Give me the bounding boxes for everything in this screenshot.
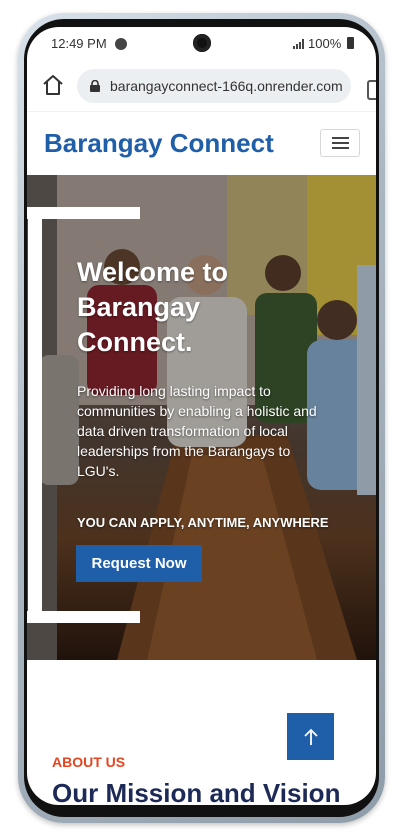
hero-frame-bottom [27, 611, 140, 623]
hamburger-menu-icon[interactable] [320, 129, 360, 157]
status-bar: 12:49 PM 100% [27, 27, 376, 61]
tabs-icon[interactable] [367, 80, 376, 100]
battery-percent: 100% [308, 36, 342, 51]
hero-frame-left [28, 219, 42, 621]
hero-cta-text: YOU CAN APPLY, ANYTIME, ANYWHERE [77, 515, 329, 530]
status-time: 12:49 PM [51, 36, 107, 51]
camera-punch-hole [193, 34, 211, 52]
home-icon[interactable] [41, 73, 65, 97]
phone-screen: 12:49 PM 100% barangayconnect-166q.onren… [27, 27, 376, 805]
about-section-title: Our Mission and Vision [52, 778, 341, 805]
lock-icon [90, 80, 100, 92]
arrow-up-icon [303, 728, 318, 745]
hero-description: Providing long lasting impact to communi… [77, 383, 317, 479]
browser-address-bar: barangayconnect-166q.onrender.com [27, 61, 376, 111]
signal-icon [293, 39, 305, 49]
battery-icon [347, 37, 354, 49]
site-header: Barangay Connect [27, 111, 376, 176]
url-text: barangayconnect-166q.onrender.com [110, 78, 343, 94]
about-us-label: ABOUT US [52, 754, 126, 770]
scroll-to-top-button[interactable] [287, 713, 334, 760]
hero-section: Welcome to Barangay Connect. Providing l… [27, 175, 376, 660]
hero-title: Welcome to Barangay Connect. [77, 257, 229, 357]
spotify-icon [115, 38, 127, 50]
request-now-button[interactable]: Request Now [76, 545, 202, 582]
hero-frame-top [27, 207, 140, 219]
brand-logo-text[interactable]: Barangay Connect [44, 128, 274, 159]
url-field[interactable]: barangayconnect-166q.onrender.com [77, 69, 351, 103]
